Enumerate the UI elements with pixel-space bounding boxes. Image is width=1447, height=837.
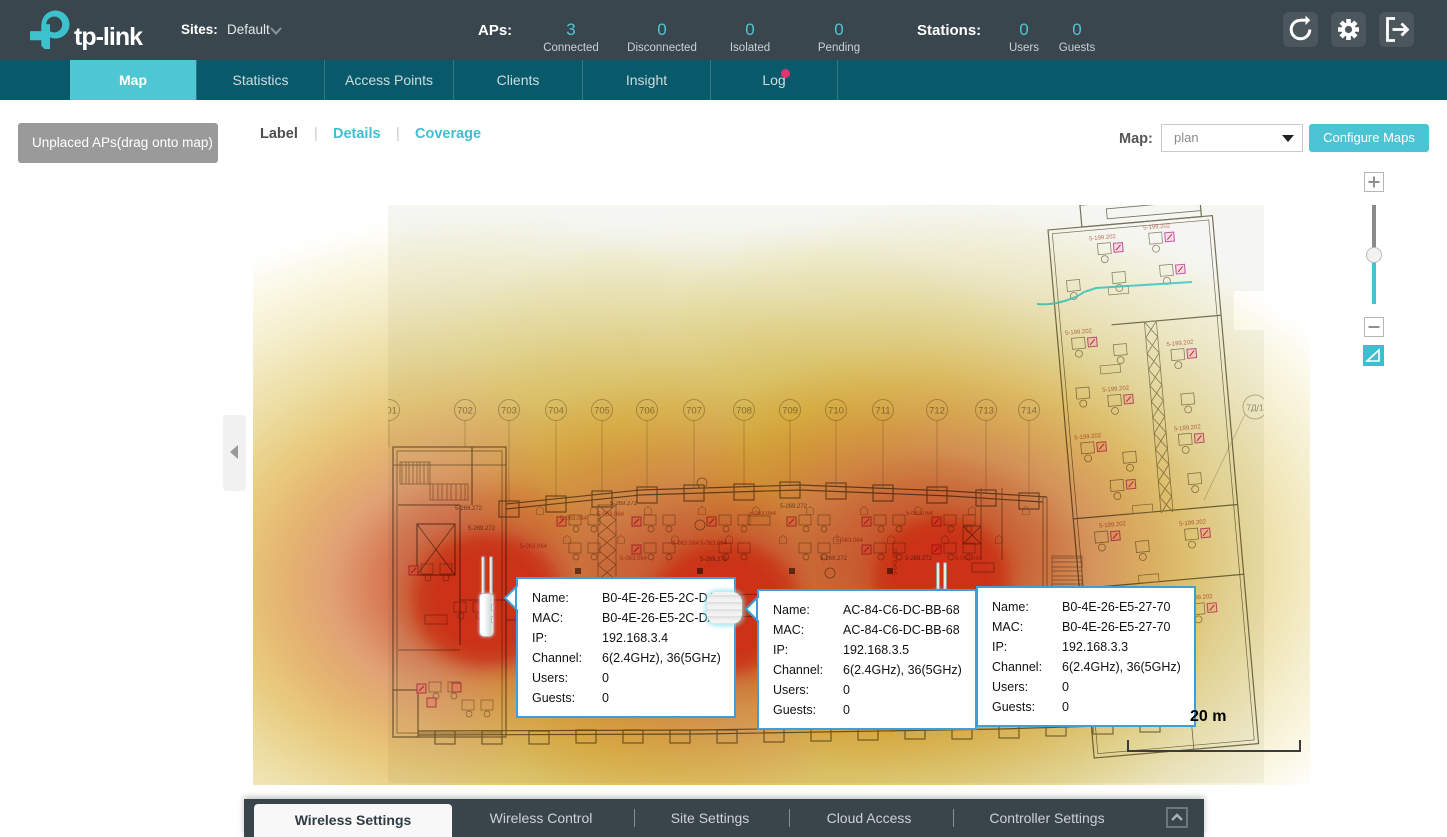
svg-text:tp-link: tp-link: [74, 23, 143, 51]
